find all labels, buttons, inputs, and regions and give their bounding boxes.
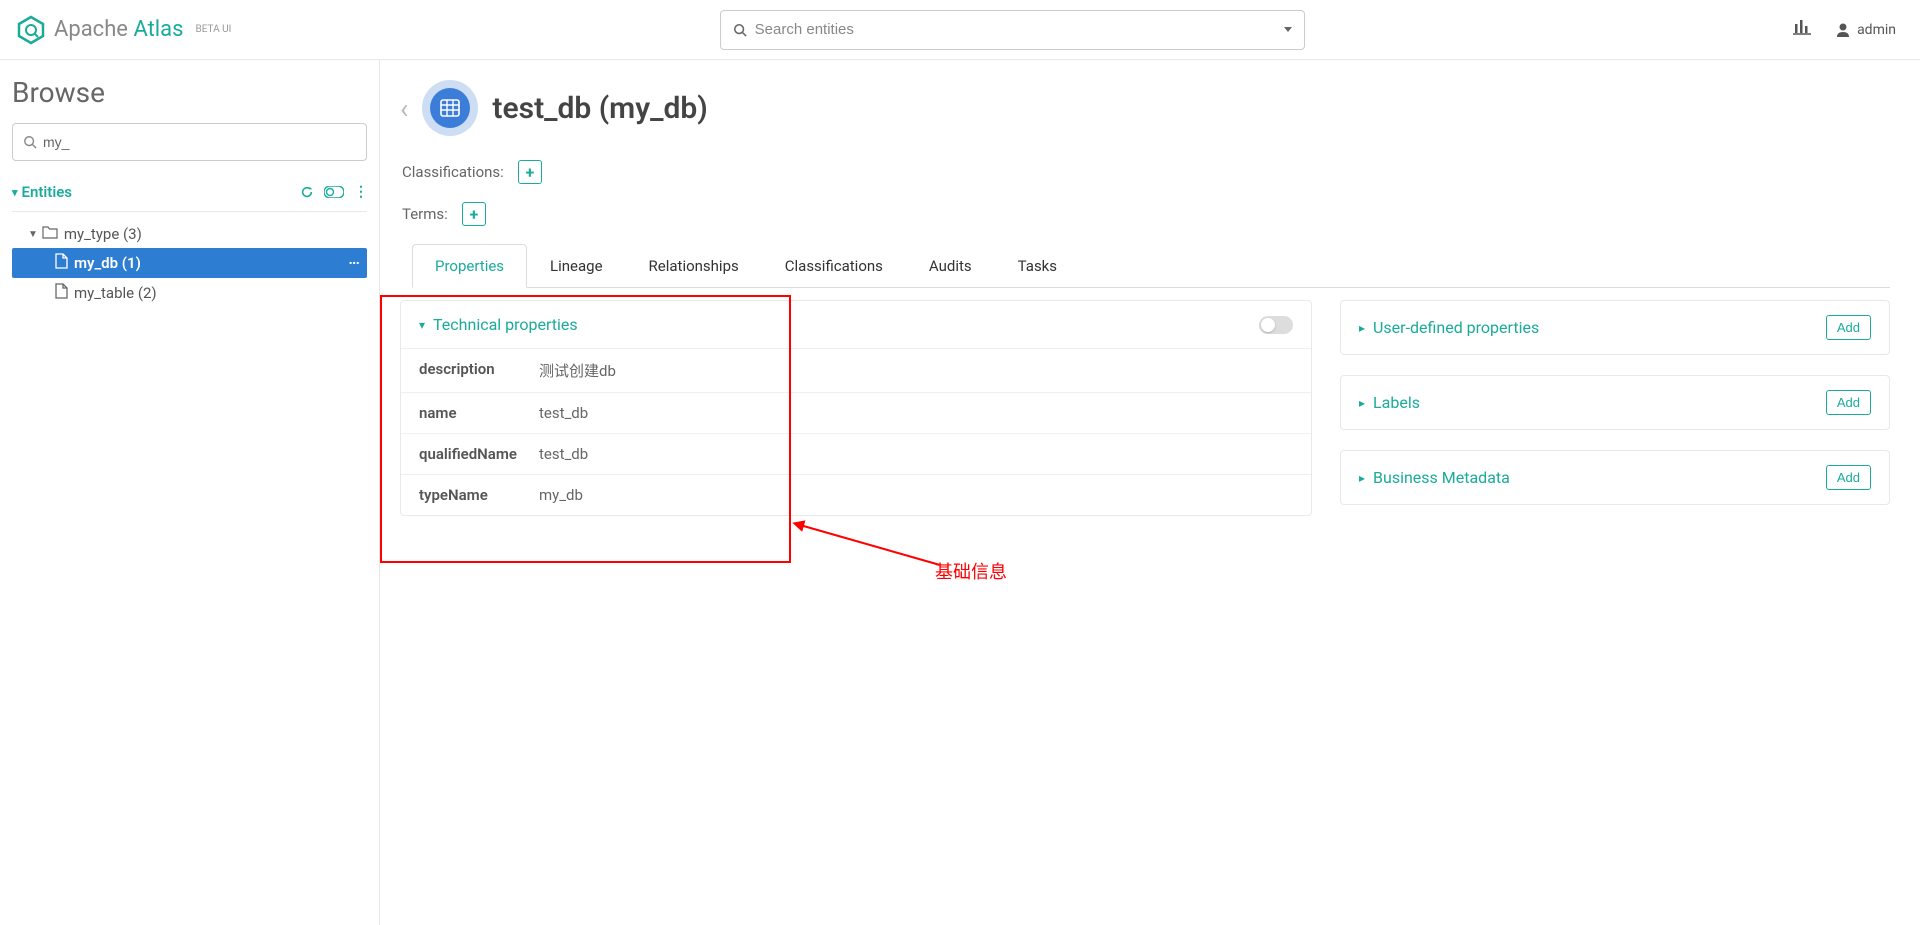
sidebar-filter[interactable]	[12, 123, 367, 161]
add-classification-button[interactable]: +	[518, 160, 542, 184]
tab-classifications[interactable]: Classifications	[762, 244, 906, 288]
prop-key: qualifiedName	[419, 445, 539, 463]
logo-subtext: BETA UI	[195, 24, 231, 35]
search-icon	[23, 135, 37, 149]
logo-text: Apache Atlas	[54, 17, 183, 42]
prop-row: description 测试创建db	[401, 349, 1311, 393]
tree-node-my-table[interactable]: my_table (2)	[12, 278, 367, 308]
tab-audits[interactable]: Audits	[906, 244, 995, 288]
global-search[interactable]	[720, 10, 1305, 50]
app-header: Apache Atlas BETA UI admin	[0, 0, 1920, 60]
file-icon	[54, 283, 68, 303]
detail-tabs: Properties Lineage Relationships Classif…	[412, 244, 1890, 288]
tab-lineage[interactable]: Lineage	[527, 244, 626, 288]
prop-value: test_db	[539, 404, 588, 422]
prop-key: name	[419, 404, 539, 422]
add-button[interactable]: Add	[1826, 315, 1871, 340]
tree-label: my_type (3)	[64, 225, 142, 243]
tab-tasks[interactable]: Tasks	[995, 244, 1080, 288]
prop-key: description	[419, 360, 539, 381]
technical-properties-panel: ▾ Technical properties description 测试创建d…	[400, 300, 1312, 516]
panel-title[interactable]: ▾ Technical properties	[419, 315, 578, 334]
user-menu[interactable]: admin	[1835, 22, 1896, 38]
entities-section-title[interactable]: ▾ Entities	[12, 183, 72, 201]
panel-title[interactable]: ▸ User-defined properties	[1359, 318, 1539, 337]
more-icon[interactable]: ⋮	[354, 184, 367, 200]
search-input[interactable]	[747, 21, 1284, 38]
browse-title: Browse	[12, 76, 367, 109]
tree-node-my-type[interactable]: ▼ my_type (3)	[12, 220, 367, 248]
refresh-icon[interactable]	[300, 185, 314, 199]
panel-title[interactable]: ▸ Labels	[1359, 393, 1420, 412]
tab-relationships[interactable]: Relationships	[626, 244, 762, 288]
classifications-label: Classifications:	[402, 163, 504, 181]
folder-icon	[42, 225, 58, 243]
prop-row: typeName my_db	[401, 475, 1311, 515]
user-defined-properties-panel: ▸ User-defined properties Add	[1340, 300, 1890, 355]
filter-input[interactable]	[37, 134, 356, 150]
tree-node-my-db[interactable]: my_db (1) ···	[12, 248, 367, 278]
prop-row: name test_db	[401, 393, 1311, 434]
annotation-arrow	[790, 515, 950, 575]
entity-tree: ▼ my_type (3) my_db (1) ··· my_table (2)	[12, 220, 367, 308]
add-button[interactable]: Add	[1826, 390, 1871, 415]
prop-value: my_db	[539, 486, 583, 504]
main-content: ‹ test_db (my_db) Classifications: + Ter…	[380, 60, 1920, 925]
tab-properties[interactable]: Properties	[412, 244, 527, 288]
user-icon	[1835, 22, 1851, 38]
show-empty-toggle[interactable]	[1259, 316, 1293, 334]
chevron-down-icon: ▾	[12, 186, 18, 199]
chevron-down-icon: ▾	[419, 318, 425, 332]
sidebar: Browse ▾ Entities ⋮ ▼ my_type (3)	[0, 60, 380, 925]
labels-panel: ▸ Labels Add	[1340, 375, 1890, 430]
user-name: admin	[1857, 22, 1896, 38]
back-button[interactable]: ‹	[400, 92, 408, 125]
prop-value: 测试创建db	[539, 360, 616, 381]
prop-row: qualifiedName test_db	[401, 434, 1311, 475]
terms-label: Terms:	[402, 205, 448, 223]
search-dropdown-icon[interactable]	[1284, 27, 1292, 32]
search-icon	[733, 23, 747, 37]
chevron-right-icon: ▸	[1359, 321, 1365, 335]
entity-type-icon	[422, 80, 478, 136]
business-metadata-panel: ▸ Business Metadata Add	[1340, 450, 1890, 505]
add-term-button[interactable]: +	[462, 202, 486, 226]
tree-label: my_db (1)	[74, 254, 141, 272]
prop-value: test_db	[539, 445, 588, 463]
chevron-right-icon: ▸	[1359, 396, 1365, 410]
annotation-label: 基础信息	[935, 558, 1007, 584]
more-icon[interactable]: ···	[348, 254, 359, 272]
add-button[interactable]: Add	[1826, 465, 1871, 490]
stats-icon[interactable]	[1793, 19, 1811, 40]
toggle-deleted-icon[interactable]	[324, 186, 344, 198]
panel-title[interactable]: ▸ Business Metadata	[1359, 468, 1510, 487]
logo[interactable]: Apache Atlas BETA UI	[16, 15, 231, 45]
page-title: test_db (my_db)	[492, 91, 707, 126]
tree-label: my_table (2)	[74, 284, 157, 302]
prop-key: typeName	[419, 486, 539, 504]
caret-down-icon: ▼	[28, 229, 38, 240]
chevron-right-icon: ▸	[1359, 471, 1365, 485]
file-icon	[54, 253, 68, 273]
logo-icon	[16, 15, 46, 45]
